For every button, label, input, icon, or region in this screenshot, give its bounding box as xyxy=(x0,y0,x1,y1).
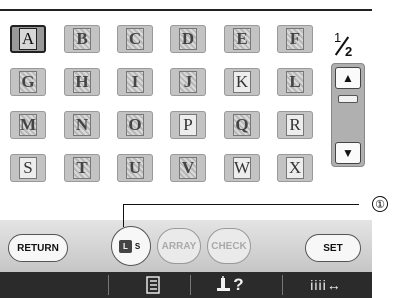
pattern-letter: P xyxy=(179,114,197,136)
pattern-letter: K xyxy=(233,71,251,93)
pattern-letter: W xyxy=(233,157,251,179)
pattern-letter: V xyxy=(179,157,197,179)
pattern-tile[interactable]: O xyxy=(117,111,153,139)
bottom-toolbar: ? iiii↔ xyxy=(0,272,372,298)
pattern-letter: G xyxy=(19,71,37,93)
pattern-tile[interactable]: J xyxy=(170,68,206,96)
set-button[interactable]: SET xyxy=(305,234,361,262)
pattern-letter: C xyxy=(126,28,144,50)
pattern-letter: L xyxy=(286,71,304,93)
pattern-tile[interactable]: I xyxy=(117,68,153,96)
pattern-list-icon[interactable] xyxy=(138,272,168,298)
sewing-machine-icon xyxy=(217,276,231,291)
size-select-button[interactable]: L S xyxy=(111,226,151,266)
size-small-label: S xyxy=(134,242,141,251)
pattern-letter: M xyxy=(19,114,37,136)
down-arrow-icon: ▼ xyxy=(342,146,354,160)
pattern-tile[interactable]: X xyxy=(277,154,313,182)
scroll-down-button[interactable]: ▼ xyxy=(335,142,361,164)
machine-help-button[interactable]: ? xyxy=(212,272,248,298)
check-button[interactable]: CHECK xyxy=(207,228,251,264)
embroidery-pattern-screen: A B C D E F G H I J K L M N O P Q R S T U V W X 1 2 ▲ ▼ RETURN … xyxy=(0,0,372,298)
scroll-thumb[interactable] xyxy=(338,95,358,103)
pattern-tile[interactable]: V xyxy=(170,154,206,182)
pattern-letter: E xyxy=(233,28,251,50)
pattern-letter: D xyxy=(179,28,197,50)
page-current: 1 xyxy=(334,30,342,45)
callout-leader-line xyxy=(123,204,359,227)
pattern-letter: I xyxy=(126,71,144,93)
pattern-tile[interactable]: D xyxy=(170,25,206,53)
pattern-tile[interactable]: E xyxy=(224,25,260,53)
pattern-letter: A xyxy=(19,28,37,50)
top-divider xyxy=(0,9,372,11)
scrollbar[interactable]: ▲ ▼ xyxy=(331,63,365,167)
toolbar-divider xyxy=(282,275,283,295)
page-total: 2 xyxy=(345,44,353,59)
callout-marker: ① xyxy=(372,196,388,212)
pattern-letter: R xyxy=(286,114,304,136)
pattern-letter: O xyxy=(126,114,144,136)
pattern-tile[interactable]: U xyxy=(117,154,153,182)
pattern-tile[interactable]: F xyxy=(277,25,313,53)
pattern-tile[interactable]: C xyxy=(117,25,153,53)
pattern-tile[interactable]: M xyxy=(10,111,46,139)
spacing-button[interactable]: iiii↔ xyxy=(296,272,356,298)
pattern-tile[interactable]: R xyxy=(277,111,313,139)
pattern-tile[interactable]: A xyxy=(10,25,46,53)
page-indicator: 1 2 xyxy=(332,30,368,64)
pattern-tile[interactable]: H xyxy=(64,68,100,96)
pattern-letter: U xyxy=(126,157,144,179)
toolbar-divider xyxy=(190,275,191,295)
button-row: RETURN L S ARRAY CHECK SET xyxy=(0,220,372,272)
pattern-letter: J xyxy=(179,71,197,93)
pattern-tile[interactable]: W xyxy=(224,154,260,182)
list-icon xyxy=(146,276,160,294)
pattern-tile[interactable]: T xyxy=(64,154,100,182)
pattern-tile[interactable]: P xyxy=(170,111,206,139)
pattern-tile[interactable]: G xyxy=(10,68,46,96)
array-button[interactable]: ARRAY xyxy=(157,228,201,264)
pattern-tile[interactable]: K xyxy=(224,68,260,96)
pattern-tile[interactable]: B xyxy=(64,25,100,53)
pattern-letter: F xyxy=(286,28,304,50)
pattern-tile[interactable]: S xyxy=(10,154,46,182)
help-icon: ? xyxy=(233,275,244,294)
up-arrow-icon: ▲ xyxy=(342,71,354,85)
pattern-tile[interactable]: Q xyxy=(224,111,260,139)
scroll-up-button[interactable]: ▲ xyxy=(335,67,361,89)
pattern-tile[interactable]: L xyxy=(277,68,313,96)
pattern-tile[interactable]: N xyxy=(64,111,100,139)
pattern-letter: H xyxy=(73,71,91,93)
pattern-letter: B xyxy=(73,28,91,50)
toolbar-divider xyxy=(108,275,109,295)
pattern-letter: N xyxy=(73,114,91,136)
pattern-letter: X xyxy=(286,157,304,179)
pattern-letter: S xyxy=(19,157,37,179)
pattern-grid: A B C D E F G H I J K L M N O P Q R S T U V W X xyxy=(10,25,316,189)
pattern-letter: Q xyxy=(233,114,251,136)
pattern-letter: T xyxy=(73,157,91,179)
return-button[interactable]: RETURN xyxy=(8,234,68,262)
